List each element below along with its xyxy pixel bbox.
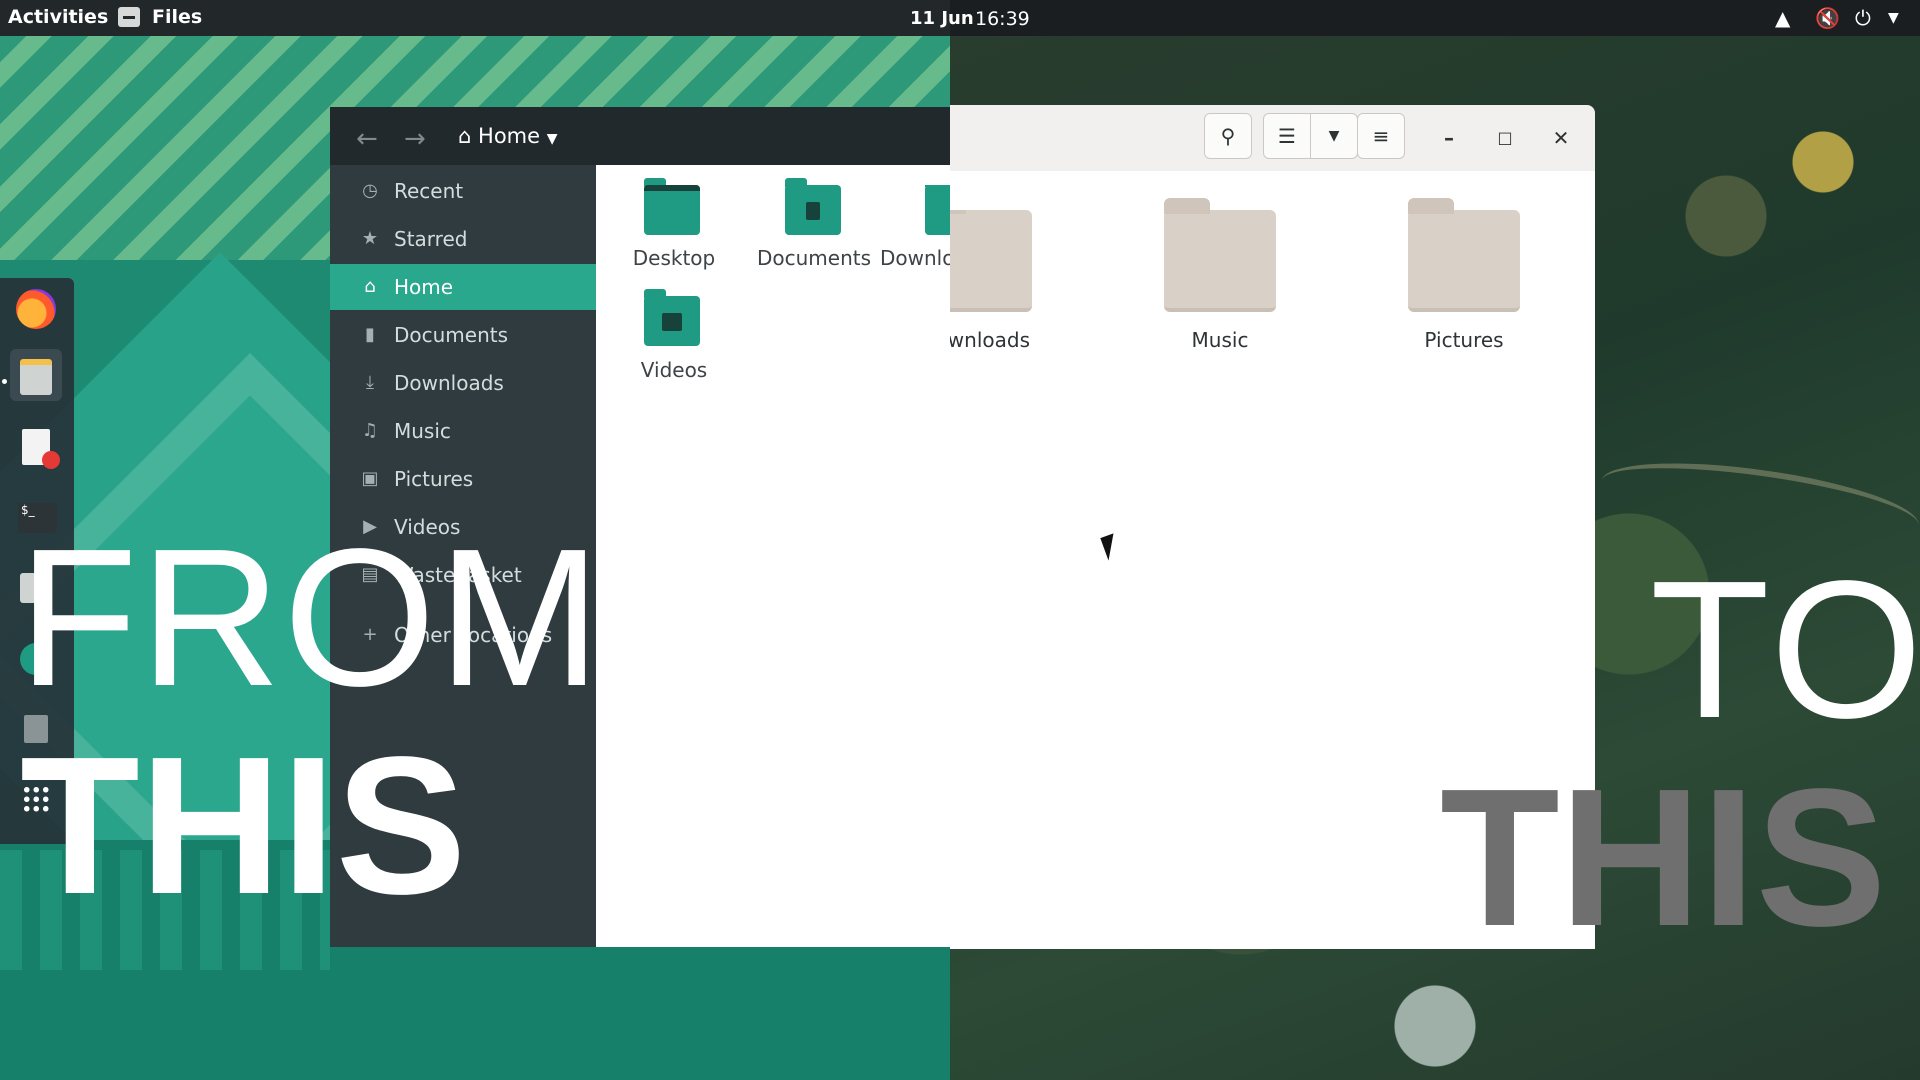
document-icon: ▮ bbox=[365, 324, 375, 345]
sidebar-item-label: Downloads bbox=[394, 371, 504, 395]
sidebar-item-label: Music bbox=[394, 419, 451, 443]
path-bar[interactable]: ⌂ Home ▼ bbox=[458, 124, 558, 148]
clock-date[interactable]: 11 Jun bbox=[910, 8, 974, 29]
folder-label: Videos bbox=[640, 358, 708, 382]
folder-icon bbox=[950, 210, 1032, 312]
top-bar-left bbox=[0, 0, 950, 36]
list-view-icon: ☰ bbox=[1278, 124, 1296, 148]
star-icon: ★ bbox=[361, 228, 379, 249]
folder-icon bbox=[1408, 198, 1520, 312]
network-icon[interactable]: ▲ bbox=[1775, 6, 1790, 30]
back-icon[interactable]: ← bbox=[356, 124, 378, 154]
folder-music[interactable] bbox=[1164, 198, 1276, 312]
folder-downloads[interactable] bbox=[925, 185, 950, 235]
chevron-down-icon: ▼ bbox=[1328, 128, 1340, 144]
hamburger-icon: ≡ bbox=[1372, 124, 1390, 148]
minimize-icon[interactable]: – bbox=[1431, 120, 1467, 156]
sidebar-item-label: Starred bbox=[394, 227, 468, 251]
path-label: Home bbox=[478, 124, 541, 148]
volume-muted-icon[interactable]: 🔇 bbox=[1815, 6, 1840, 30]
activities-button[interactable]: Activities bbox=[8, 6, 108, 28]
folder-desktop[interactable] bbox=[644, 178, 700, 235]
overlay-this-left: THIS bbox=[20, 716, 467, 935]
picture-icon: ▣ bbox=[361, 468, 379, 489]
home-icon: ⌂ bbox=[364, 276, 376, 297]
folder-label: Music bbox=[1191, 328, 1249, 352]
close-icon[interactable]: ✕ bbox=[1543, 120, 1579, 156]
overlay-from: FROM bbox=[18, 508, 603, 727]
overlay-to: TO bbox=[1650, 540, 1920, 759]
folder-icon bbox=[644, 178, 700, 235]
old-content-area bbox=[596, 165, 950, 947]
files-icon[interactable] bbox=[10, 349, 62, 401]
view-options-button[interactable]: ▼ bbox=[1310, 113, 1358, 159]
files-app-icon bbox=[118, 7, 140, 27]
sidebar-item-pictures[interactable]: ▣ Pictures bbox=[330, 456, 596, 502]
folder-label: Desktop bbox=[632, 246, 716, 270]
sidebar-item-label: Pictures bbox=[394, 467, 474, 491]
forward-icon[interactable]: → bbox=[404, 124, 426, 154]
search-icon: ⚲ bbox=[1220, 124, 1236, 148]
sidebar-item-recent[interactable]: ◷ Recent bbox=[330, 168, 596, 214]
overlay-this-right: THIS bbox=[1440, 748, 1887, 967]
running-indicator bbox=[2, 379, 7, 384]
sidebar-item-home[interactable]: ⌂ Home bbox=[330, 264, 596, 310]
clock-icon: ◷ bbox=[362, 180, 378, 201]
text-editor-icon[interactable] bbox=[10, 421, 62, 473]
download-icon: ⤓ bbox=[366, 372, 374, 393]
chevron-down-icon[interactable]: ▼ bbox=[1888, 10, 1899, 26]
download-icon bbox=[925, 185, 950, 235]
power-icon[interactable]: ⏻ bbox=[1855, 6, 1871, 30]
folder-documents[interactable] bbox=[785, 178, 841, 235]
view-mode-button[interactable]: ☰ bbox=[1263, 113, 1311, 159]
folder-videos[interactable] bbox=[644, 289, 700, 346]
sidebar-item-documents[interactable]: ▮ Documents bbox=[330, 312, 596, 358]
music-icon: ♫ bbox=[361, 420, 379, 441]
home-icon: ⌂ bbox=[458, 124, 472, 148]
firefox-icon[interactable] bbox=[10, 283, 62, 335]
folder-label: Downloads bbox=[880, 246, 950, 270]
folder-label: Downloads bbox=[950, 328, 1030, 352]
clock-time[interactable]: 16:39 bbox=[975, 8, 1030, 30]
sidebar-item-starred[interactable]: ★ Starred bbox=[330, 216, 596, 262]
sidebar-item-label: Documents bbox=[394, 323, 509, 347]
folder-icon bbox=[1164, 198, 1276, 312]
folder-label: Documents bbox=[756, 246, 872, 270]
sidebar-item-music[interactable]: ♫ Music bbox=[330, 408, 596, 454]
chevron-down-icon: ▼ bbox=[546, 131, 558, 147]
video-icon bbox=[644, 289, 700, 346]
app-menu-label[interactable]: Files bbox=[152, 6, 202, 28]
folder-pictures[interactable] bbox=[1408, 198, 1520, 312]
folder-downloads-new[interactable] bbox=[950, 210, 1032, 312]
maximize-icon[interactable]: □ bbox=[1487, 120, 1523, 156]
sidebar-item-label: Recent bbox=[394, 179, 464, 203]
main-menu-button[interactable]: ≡ bbox=[1357, 113, 1405, 159]
search-button[interactable]: ⚲ bbox=[1204, 113, 1252, 159]
folder-label: Pictures bbox=[1424, 328, 1504, 352]
sidebar-item-label: Home bbox=[394, 275, 454, 299]
document-icon bbox=[785, 178, 841, 235]
sidebar-item-downloads[interactable]: ⤓ Downloads bbox=[330, 360, 596, 406]
